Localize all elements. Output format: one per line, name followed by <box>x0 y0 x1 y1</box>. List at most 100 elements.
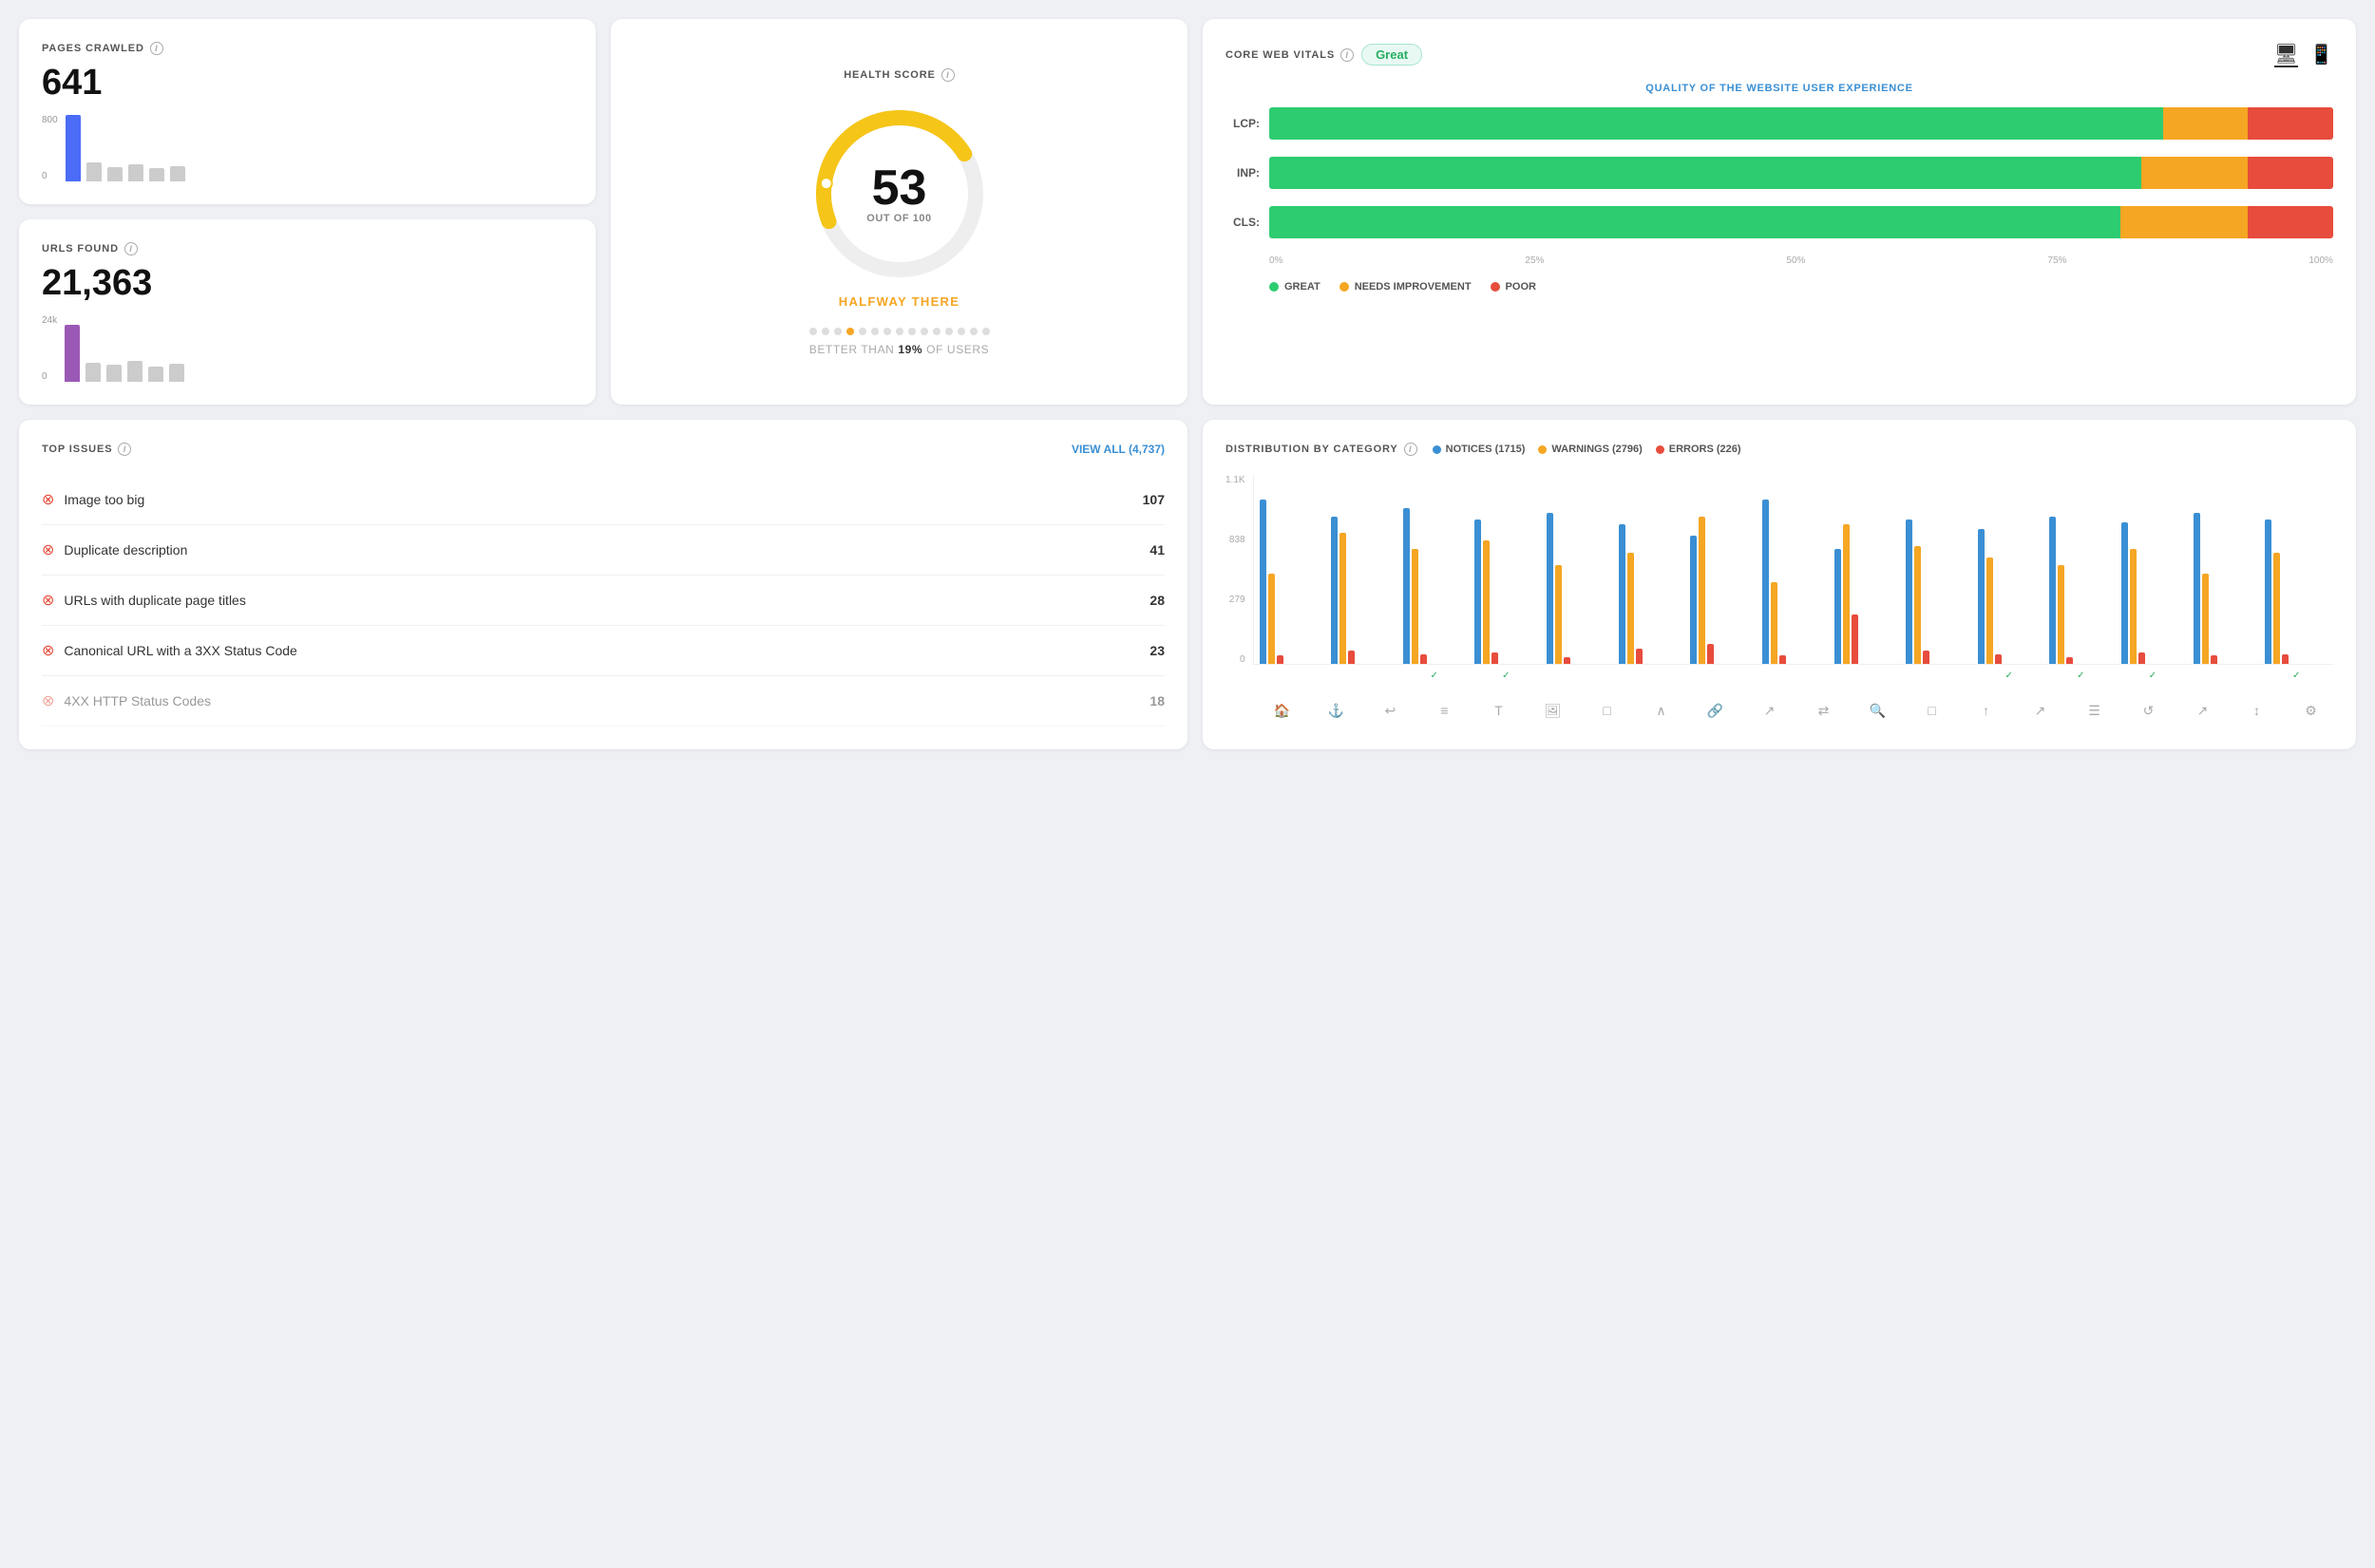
issues-list: ⊗Image too big 107 ⊗Duplicate description4… <box>42 475 1165 727</box>
dist-category-icon: 🔗 <box>1693 703 1738 719</box>
pages-chart-y-axis: 800 0 <box>42 115 58 181</box>
dist-bar-group <box>1762 500 1825 664</box>
axis-label: 50% <box>1786 255 1805 266</box>
dist-category-icon: □ <box>1910 703 1954 719</box>
bar-segment <box>2248 206 2333 238</box>
top-issues-info-icon[interactable]: i <box>118 443 131 456</box>
view-all-link[interactable]: VIEW ALL (4,737) <box>1072 443 1165 456</box>
warnings-bar <box>1412 549 1418 664</box>
core-web-vitals-card: CORE WEB VITALS i Great 🖥 📱 QUALITY OF T… <box>1203 19 2356 405</box>
issue-left: ⊗4XX HTTP Status Codes <box>42 691 211 710</box>
gauge-dot <box>859 328 866 335</box>
gauge-out-of: OUT OF 100 <box>866 213 931 224</box>
urls-found-chart <box>65 315 184 382</box>
errors-bar <box>1923 651 1929 664</box>
health-score-info-icon[interactable]: i <box>941 68 955 82</box>
cwv-subtitle: QUALITY OF THE WEBSITE USER EXPERIENCE <box>1226 83 2333 94</box>
issue-count: 107 <box>1143 492 1165 507</box>
dist-category-icon: ↗ <box>2180 703 2225 719</box>
issue-row[interactable]: ⊗URLs with duplicate page titles28 <box>42 576 1165 626</box>
dist-legend-label: WARNINGS (2796) <box>1551 444 1642 455</box>
errors-bar <box>2138 652 2145 664</box>
errors-bar <box>1277 655 1283 664</box>
dist-y-label: 1.1K <box>1226 475 1245 485</box>
cwv-info-icon[interactable]: i <box>1340 48 1354 62</box>
legend-dot <box>1269 282 1279 292</box>
gauge-dot <box>884 328 891 335</box>
cwv-legend: GREATNEEDS IMPROVEMENTPOOR <box>1226 281 2333 293</box>
dist-checkmark: ✓ <box>1430 671 1437 681</box>
mobile-icon[interactable]: 📱 <box>2309 43 2333 66</box>
issue-row[interactable]: ⊗Image too big 107 <box>42 475 1165 525</box>
notices-bar <box>1834 549 1841 664</box>
notices-bar <box>1547 513 1553 664</box>
dist-category-icon: ≡ <box>1422 703 1467 719</box>
issue-row[interactable]: ⊗4XX HTTP Status Codes18 <box>42 676 1165 727</box>
notices-bar <box>2194 513 2200 664</box>
dist-bar-group: ✓ <box>2265 520 2328 664</box>
dist-legend-dot <box>1433 445 1441 454</box>
dist-checkmark: ✓ <box>2004 671 2012 681</box>
bar-segment <box>2141 157 2248 189</box>
errors-bar <box>1348 651 1355 664</box>
issue-count: 23 <box>1150 643 1165 658</box>
notices-bar <box>1260 500 1266 664</box>
issue-left: ⊗Canonical URL with a 3XX Status Code <box>42 641 297 660</box>
issue-count: 28 <box>1150 593 1165 608</box>
dist-bottom-icons: 🏠⚓↩≡T🖼□∧🔗↗⇄🔍□↑↗☰↺↗↕⚙ <box>1226 703 2333 719</box>
mini-bar <box>169 364 184 382</box>
gauge-dot <box>945 328 953 335</box>
gauge-dot <box>834 328 842 335</box>
error-icon: ⊗ <box>42 691 54 710</box>
cwv-bar-row: INP: <box>1226 157 2333 189</box>
dist-category-icon: T <box>1476 703 1521 719</box>
notices-bar <box>1906 520 1912 664</box>
mini-bar <box>106 365 122 382</box>
cwv-bars: LCP: INP: CLS: <box>1226 107 2333 238</box>
dist-legend: NOTICES (1715) WARNINGS (2796) ERRORS (226… <box>1433 444 1741 455</box>
dist-label: DISTRIBUTION BY CATEGORY i <box>1226 443 1417 456</box>
notices-bar <box>1690 536 1697 664</box>
warnings-bar <box>1914 546 1921 664</box>
dist-category-icon: ↺ <box>2126 703 2171 719</box>
urls-found-info-icon[interactable]: i <box>124 242 138 255</box>
dist-chart-area: 1.1K8382790 ✓ ✓ ✓ ✓ ✓ ✓ <box>1226 475 2333 684</box>
desktop-icon[interactable]: 🖥 <box>2274 42 2298 67</box>
axis-label: 100% <box>2308 255 2333 266</box>
issue-left: ⊗Duplicate description <box>42 540 187 559</box>
pages-crawled-info-icon[interactable]: i <box>150 42 163 55</box>
warnings-bar <box>1268 574 1275 664</box>
errors-bar <box>2282 654 2289 664</box>
dist-legend-label: ERRORS (226) <box>1669 444 1741 455</box>
warnings-bar <box>2202 574 2209 664</box>
cwv-bar-row: CLS: <box>1226 206 2333 238</box>
cwv-legend-item: POOR <box>1491 281 1536 293</box>
dist-bar-group: ✓ <box>1474 520 1537 664</box>
dist-bar-group: ✓ <box>2121 522 2184 664</box>
mini-bar <box>66 115 81 181</box>
dist-legend-item: NOTICES (1715) <box>1433 444 1526 455</box>
dist-info-icon[interactable]: i <box>1404 443 1417 456</box>
issue-row[interactable]: ⊗Canonical URL with a 3XX Status Code 23 <box>42 626 1165 676</box>
gauge-dot <box>982 328 990 335</box>
legend-label: POOR <box>1506 281 1536 293</box>
urls-found-label: URLS FOUND i <box>42 242 573 255</box>
dist-bar-group <box>1906 520 1968 664</box>
cwv-bar-label: LCP: <box>1226 117 1260 130</box>
notices-bar <box>1474 520 1481 664</box>
dist-y-axis: 1.1K8382790 <box>1226 475 1253 665</box>
mini-bar <box>127 361 142 382</box>
notices-bar <box>1978 529 1985 664</box>
warnings-bar <box>1699 517 1705 664</box>
axis-label: 25% <box>1525 255 1544 266</box>
axis-label: 0% <box>1269 255 1282 266</box>
notices-bar <box>1619 524 1625 664</box>
issue-row[interactable]: ⊗Duplicate description41 <box>42 525 1165 576</box>
dist-checkmark: ✓ <box>2149 671 2156 681</box>
issue-name: Duplicate description <box>64 542 187 557</box>
dist-category-icon: ⇄ <box>1801 703 1846 719</box>
dist-bar-group <box>1331 517 1394 664</box>
warnings-bar <box>1986 557 1993 664</box>
gauge-dot <box>958 328 965 335</box>
issue-left: ⊗Image too big <box>42 490 144 509</box>
